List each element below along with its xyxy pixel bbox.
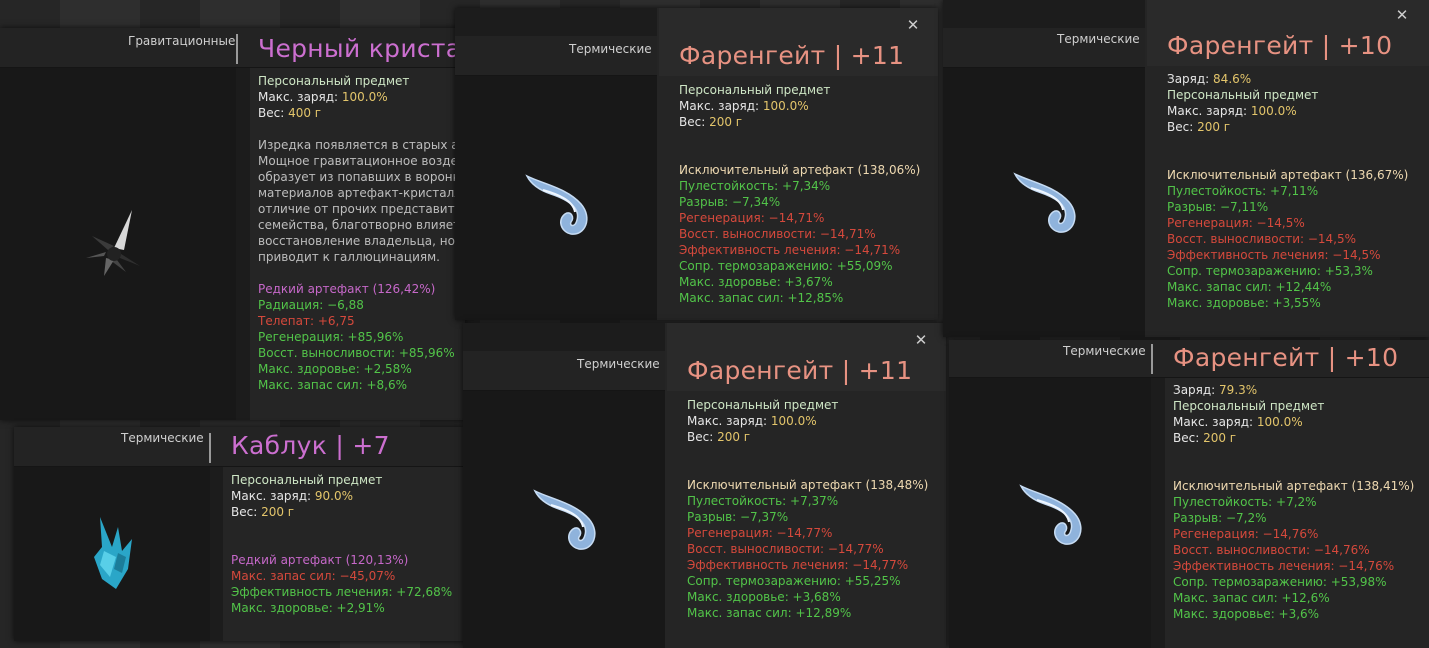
item-title: Черный кристалл (258, 34, 465, 63)
artifact-stats: Исключительный артефакт (138,48%) Пулест… (687, 478, 929, 620)
rarity-label: Редкий артефакт (126,42%) (258, 282, 436, 296)
category-label: Термические (1063, 344, 1146, 358)
item-details: Персональный предмет Макс. заряд: 90.0% … (231, 473, 383, 519)
item-title: Фаренгейт | +10 (1173, 343, 1399, 372)
artifact-card-heel: Термические Каблук | +7 Персональный пре… (14, 427, 464, 641)
item-description: Изредка появляется в старых ано Мощное г… (258, 138, 465, 264)
fahrenheit-hook-icon (523, 170, 593, 244)
artifact-card-fahrenheit-1: Термические ✕ Фаренгейт | +11 Персональн… (455, 8, 938, 320)
rarity-label: Исключительный артефакт (138,48%) (687, 478, 929, 492)
close-button[interactable]: ✕ (913, 332, 929, 348)
item-title: Фаренгейт | +10 (1167, 31, 1393, 60)
category-label: Термические (577, 357, 660, 371)
personal-item-label: Персональный предмет (258, 74, 410, 88)
heel-crystal-icon (90, 517, 136, 593)
rarity-label: Редкий артефакт (120,13%) (231, 553, 409, 567)
item-title: Фаренгейт | +11 (687, 356, 913, 385)
close-button[interactable]: ✕ (1394, 7, 1410, 23)
fahrenheit-hook-icon (531, 485, 601, 559)
close-button[interactable]: ✕ (905, 17, 921, 33)
item-title: Каблук | +7 (231, 431, 390, 460)
divider (1151, 344, 1153, 374)
rarity-label: Исключительный артефакт (138,06%) (679, 163, 921, 177)
category-label: Термические (569, 42, 652, 56)
artifact-card-fahrenheit-2: Термические ✕ Фаренгейт | +11 Персональн… (463, 323, 946, 648)
item-details: Персональный предмет Макс. заряд: 100.0%… (687, 398, 839, 444)
artifact-stats: Редкий артефакт (120,13%) Макс. запас си… (231, 553, 453, 615)
weight-line: Вес: 400 г (258, 106, 322, 120)
category-label: Гравитационные (128, 34, 236, 48)
divider (209, 433, 211, 463)
item-details: Заряд: 84.6% Персональный предмет Макс. … (1167, 72, 1319, 134)
artifact-stats: Исключительный артефакт (136,67%) Пулест… (1167, 168, 1409, 310)
item-title: Фаренгейт | +11 (679, 41, 905, 70)
artifact-card-fahrenheit-4: Термические Фаренгейт | +10 Заряд: 79.3%… (949, 340, 1429, 648)
artifact-stats: Редкий артефакт (126,42%) Радиация: −6,8… (258, 282, 455, 392)
fahrenheit-hook-icon (1011, 168, 1081, 242)
fahrenheit-hook-icon (1017, 480, 1087, 554)
divider (236, 34, 238, 64)
category-label: Термические (1057, 32, 1140, 46)
max-charge-line: Макс. заряд: 100.0% (258, 90, 388, 104)
item-details: Заряд: 79.3% Персональный предмет Макс. … (1173, 383, 1325, 445)
artifact-card-black-crystal: Гравитационные Черный кристалл Персональ… (0, 28, 465, 420)
rarity-label: Исключительный артефакт (138,41%) (1173, 479, 1415, 493)
artifact-card-fahrenheit-3: Термические ✕ Фаренгейт | +10 Заряд: 84.… (943, 0, 1429, 337)
artifact-stats: Исключительный артефакт (138,06%) Пулест… (679, 163, 921, 305)
black-crystal-icon (84, 208, 144, 282)
category-label: Термические (121, 431, 204, 445)
rarity-label: Исключительный артефакт (136,67%) (1167, 168, 1409, 182)
artifact-stats: Исключительный артефакт (138,41%) Пулест… (1173, 479, 1415, 621)
item-details: Персональный предмет Макс. заряд: 100.0%… (258, 73, 409, 121)
item-details: Персональный предмет Макс. заряд: 100.0%… (679, 83, 831, 129)
